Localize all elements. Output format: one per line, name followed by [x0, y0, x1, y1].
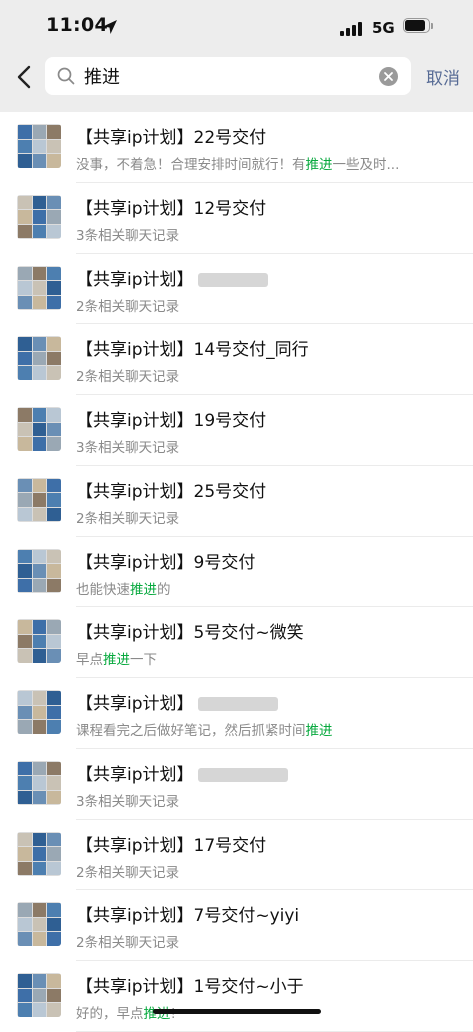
redacted-text	[197, 767, 288, 782]
search-result-row[interactable]: 【共享ip计划】22号交付没事，不着急！合理安排时间就行！有推进一些及时...	[0, 112, 473, 183]
result-title: 【共享ip计划】	[76, 760, 288, 785]
search-result-row[interactable]: 【共享ip计划】12号交付 3条相关聊天记录	[0, 183, 473, 254]
result-snippet: 2条相关聊天记录	[76, 510, 180, 527]
keyword-highlight: 推进	[305, 723, 333, 739]
keyword-highlight: 推进	[130, 581, 157, 598]
group-avatar	[17, 265, 61, 310]
search-input[interactable]	[84, 57, 364, 95]
result-title: 【共享ip计划】14号交付_同行	[76, 340, 309, 361]
result-snippet: 2条相关聊天记录	[76, 298, 180, 315]
search-box[interactable]	[45, 57, 411, 95]
result-title: 【共享ip计划】22号交付	[76, 128, 267, 148]
search-results-list: 【共享ip计划】22号交付 没事，不着急！合理安排时间就行！有推进一些及时... 【…	[0, 112, 473, 1032]
search-icon	[57, 67, 75, 85]
redacted-text	[197, 697, 278, 711]
search-result-row[interactable]: 【共享ip计划】5号交付~微笑早点推进一下	[0, 607, 473, 678]
group-avatar	[17, 407, 61, 451]
result-snippet: 早点推进一下	[76, 652, 157, 669]
redacted-text	[197, 272, 268, 287]
battery-icon	[403, 18, 433, 35]
location-arrow-icon	[103, 20, 117, 34]
keyword-highlight: 推进	[305, 157, 333, 173]
result-snippet: 2条相关聊天记录	[76, 864, 180, 881]
search-result-row[interactable]: 【共享ip计划】25号交付 2条相关聊天记录	[0, 466, 473, 537]
result-title: 【共享ip计划】12号交付	[76, 198, 267, 219]
group-avatar	[17, 831, 61, 876]
result-title: 【共享ip计划】1号交付~小于	[76, 977, 304, 997]
group-avatar	[17, 690, 61, 734]
result-title: 【共享ip计划】5号交付~微笑	[76, 623, 304, 644]
result-snippet: 也能快速推进的	[76, 581, 171, 598]
result-snippet: 3条相关聊天记录	[76, 440, 180, 456]
clear-search-icon[interactable]	[379, 67, 398, 86]
header: 11:04 5G 取消	[0, 0, 473, 112]
result-title: 【共享ip计划】9号交付	[76, 552, 256, 573]
result-snippet: 没事，不着急！合理安排时间就行！有推进一些及时...	[76, 157, 400, 173]
result-title: 【共享ip计划】19号交付	[76, 411, 267, 431]
home-indicator[interactable]	[153, 1009, 321, 1014]
cancel-button[interactable]: 取消	[426, 64, 460, 89]
result-title: 【共享ip计划】	[76, 265, 268, 290]
cellular-signal-icon	[340, 22, 364, 36]
result-snippet: 3条相关聊天记录	[76, 793, 180, 810]
search-result-row[interactable]: 【共享ip计划】1号交付~小于 好的，早点推进!	[0, 961, 473, 1032]
group-avatar	[17, 477, 61, 522]
group-avatar	[17, 336, 61, 381]
search-result-row[interactable]: 【共享ip计划】17号交付 2条相关聊天记录	[0, 820, 473, 891]
search-result-row[interactable]: 【共享ip计划】 2条相关聊天记录	[0, 254, 473, 325]
group-avatar	[17, 760, 61, 805]
group-avatar	[17, 548, 61, 593]
result-snippet: 2条相关聊天记录	[76, 369, 180, 386]
result-title: 【共享ip计划】25号交付	[76, 481, 267, 502]
result-snippet: 2条相关聊天记录	[76, 935, 180, 952]
result-title: 【共享ip计划】	[76, 689, 278, 714]
group-avatar	[17, 973, 61, 1017]
search-result-row[interactable]: 【共享ip计划】 3条相关聊天记录	[0, 749, 473, 820]
status-bar: 11:04 5G	[0, 0, 473, 54]
search-result-row[interactable]: 【共享ip计划】19号交付 3条相关聊天记录	[0, 395, 473, 466]
back-chevron-icon[interactable]	[10, 60, 40, 94]
group-avatar	[17, 902, 61, 947]
group-avatar	[17, 619, 61, 664]
search-result-row[interactable]: 【共享ip计划】9号交付也能快速推进的	[0, 537, 473, 608]
keyword-highlight: 推进	[103, 652, 130, 669]
result-title: 【共享ip计划】7号交付~yiyi	[76, 906, 300, 927]
group-avatar	[17, 194, 61, 239]
search-result-row[interactable]: 【共享ip计划】7号交付~yiyi 2条相关聊天记录	[0, 890, 473, 961]
result-title: 【共享ip计划】17号交付	[76, 835, 267, 856]
result-snippet: 3条相关聊天记录	[76, 227, 180, 244]
status-time: 11:04	[46, 14, 108, 36]
group-avatar	[17, 124, 61, 168]
search-result-row[interactable]: 【共享ip计划】14号交付_同行 2条相关聊天记录	[0, 324, 473, 395]
search-result-row[interactable]: 【共享ip计划】课程看完之后做好笔记，然后抓紧时间推进	[0, 678, 473, 749]
result-snippet: 课程看完之后做好笔记，然后抓紧时间推进	[76, 723, 333, 739]
network-type: 5G	[372, 19, 395, 37]
